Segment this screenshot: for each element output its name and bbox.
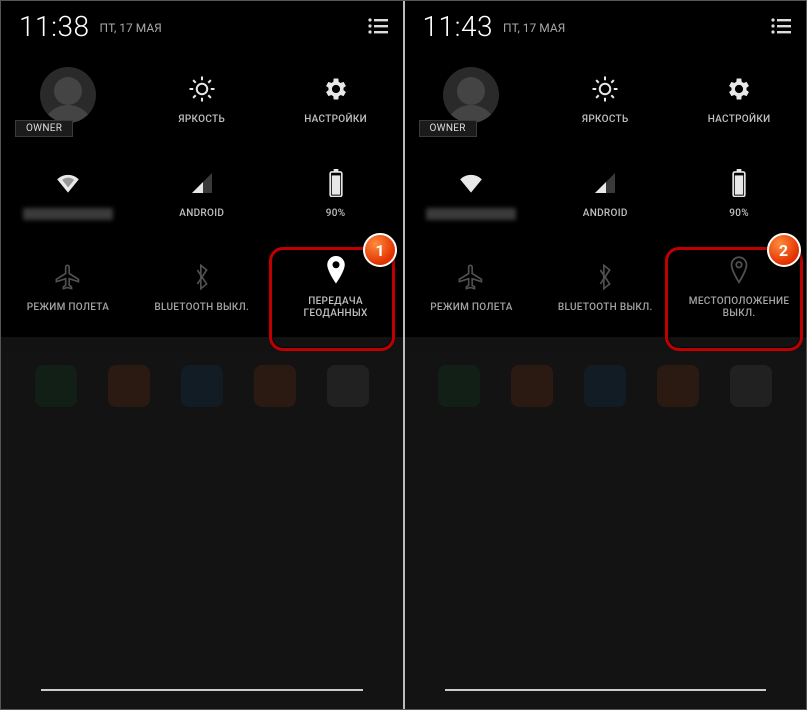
- screen-left: 11:38 ПТ, 17 МАЯ OWNER ЯРКОСТЬ: [1, 1, 403, 709]
- owner-badge: OWNER: [15, 120, 73, 137]
- location-pin-icon: [325, 252, 347, 290]
- profile-tile[interactable]: OWNER: [1, 51, 135, 145]
- home-screen-apps: [1, 359, 403, 413]
- airplane-icon: [54, 258, 82, 296]
- cellular-label: ANDROID: [583, 208, 628, 220]
- clock: 11:43: [423, 10, 494, 43]
- cellular-tile[interactable]: ANDROID: [135, 145, 269, 239]
- location-label: ПЕРЕДАЧА ГЕОДАННЫХ: [304, 296, 368, 320]
- signal-icon: [593, 164, 617, 202]
- bluetooth-label: BLUETOOTH ВЫКЛ.: [558, 302, 653, 314]
- signal-icon: [190, 164, 214, 202]
- gear-icon: [725, 70, 753, 108]
- gear-icon: [322, 70, 350, 108]
- wifi-tile[interactable]: [1, 145, 135, 239]
- airplane-tile[interactable]: РЕЖИМ ПОЛЕТА: [405, 239, 539, 333]
- date: ПТ, 17 МАЯ: [100, 21, 162, 35]
- date: ПТ, 17 МАЯ: [503, 21, 565, 35]
- location-pin-icon: [728, 252, 750, 290]
- battery-icon: [731, 164, 747, 202]
- status-bar: 11:43 ПТ, 17 МАЯ: [405, 1, 807, 51]
- brightness-tile[interactable]: ЯРКОСТЬ: [135, 51, 269, 145]
- panel-handle[interactable]: [41, 689, 363, 691]
- wifi-icon: [53, 164, 83, 202]
- avatar-icon: [40, 67, 96, 123]
- brightness-tile[interactable]: ЯРКОСТЬ: [538, 51, 672, 145]
- brightness-label: ЯРКОСТЬ: [582, 114, 629, 126]
- bluetooth-icon: [191, 258, 213, 296]
- notifications-list-icon[interactable]: [770, 17, 792, 35]
- settings-tile[interactable]: НАСТРОЙКИ: [269, 51, 403, 145]
- location-label: МЕСТОПОЛОЖЕНИЕ ВЫКЛ.: [689, 296, 790, 320]
- panel-handle[interactable]: [445, 689, 767, 691]
- profile-tile[interactable]: OWNER: [405, 51, 539, 145]
- brightness-icon: [187, 70, 217, 108]
- avatar-icon: [443, 67, 499, 123]
- settings-label: НАСТРОЙКИ: [708, 114, 771, 126]
- screen-right: 11:43 ПТ, 17 МАЯ OWNER ЯРКОСТЬ: [405, 1, 807, 709]
- cellular-label: ANDROID: [179, 208, 224, 220]
- airplane-label: РЕЖИМ ПОЛЕТА: [27, 302, 109, 314]
- settings-label: НАСТРОЙКИ: [304, 114, 367, 126]
- owner-badge: OWNER: [419, 120, 477, 137]
- battery-icon: [328, 164, 344, 202]
- airplane-icon: [457, 258, 485, 296]
- wifi-ssid-blurred: [426, 208, 516, 220]
- location-tile[interactable]: МЕСТОПОЛОЖЕНИЕ ВЫКЛ.: [672, 239, 806, 333]
- quick-settings-panel: OWNER ЯРКОСТЬ НАСТРОЙКИ: [1, 51, 403, 337]
- location-tile[interactable]: ПЕРЕДАЧА ГЕОДАННЫХ: [269, 239, 403, 333]
- home-screen-apps: [405, 359, 807, 413]
- bluetooth-tile[interactable]: BLUETOOTH ВЫКЛ.: [135, 239, 269, 333]
- brightness-label: ЯРКОСТЬ: [178, 114, 225, 126]
- battery-tile[interactable]: 90%: [269, 145, 403, 239]
- clock: 11:38: [19, 10, 90, 43]
- bluetooth-icon: [594, 258, 616, 296]
- status-bar: 11:38 ПТ, 17 МАЯ: [1, 1, 403, 51]
- notifications-list-icon[interactable]: [367, 17, 389, 35]
- wifi-ssid-blurred: [23, 208, 113, 220]
- cellular-tile[interactable]: ANDROID: [538, 145, 672, 239]
- wifi-icon: [456, 164, 486, 202]
- battery-label: 90%: [729, 208, 749, 220]
- bluetooth-label: BLUETOOTH ВЫКЛ.: [154, 302, 249, 314]
- settings-tile[interactable]: НАСТРОЙКИ: [672, 51, 806, 145]
- bluetooth-tile[interactable]: BLUETOOTH ВЫКЛ.: [538, 239, 672, 333]
- brightness-icon: [590, 70, 620, 108]
- airplane-tile[interactable]: РЕЖИМ ПОЛЕТА: [1, 239, 135, 333]
- quick-settings-panel: OWNER ЯРКОСТЬ НАСТРОЙКИ: [405, 51, 807, 337]
- wifi-tile[interactable]: [405, 145, 539, 239]
- airplane-label: РЕЖИМ ПОЛЕТА: [430, 302, 512, 314]
- battery-label: 90%: [326, 208, 346, 220]
- screens-container: 11:38 ПТ, 17 МАЯ OWNER ЯРКОСТЬ: [1, 1, 806, 709]
- battery-tile[interactable]: 90%: [672, 145, 806, 239]
